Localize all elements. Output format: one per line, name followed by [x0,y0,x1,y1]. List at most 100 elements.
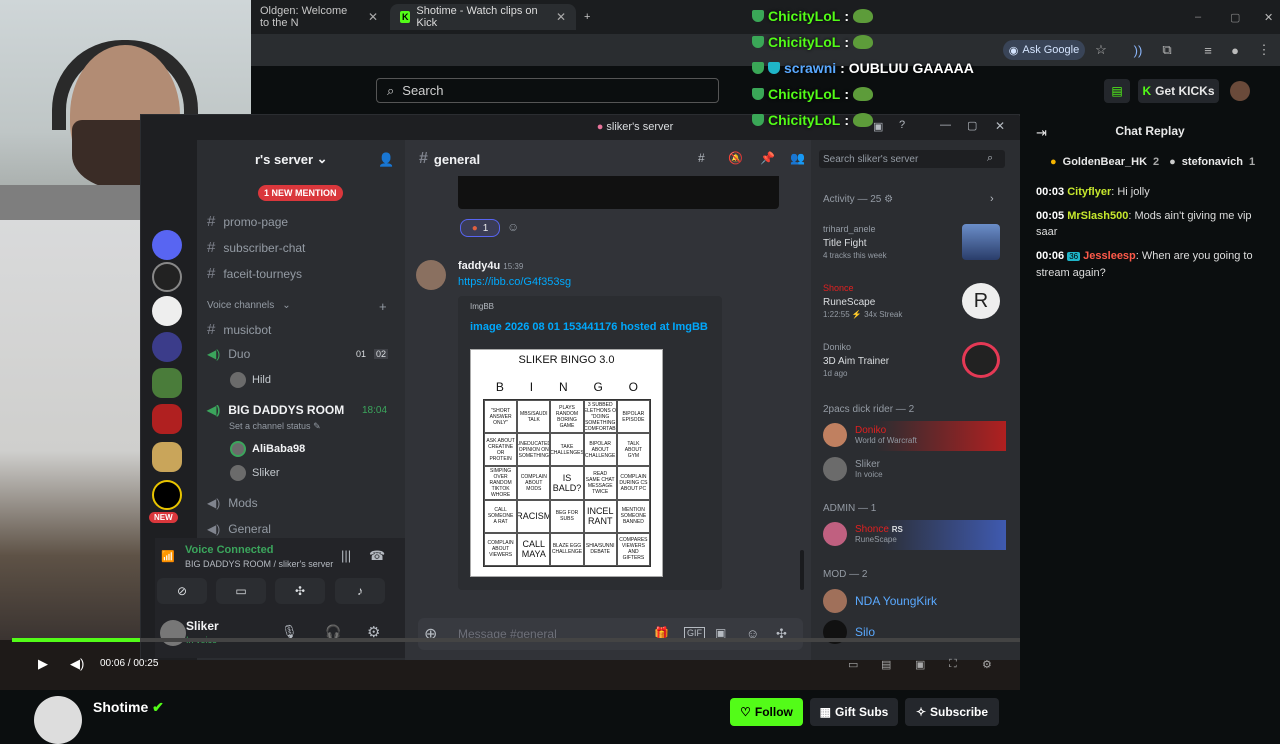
server-icon[interactable] [152,442,182,472]
settings-icon[interactable]: ⚙ [982,658,992,671]
activities-button[interactable]: ✣ [275,578,325,604]
server-icon[interactable] [152,230,182,260]
soundboard-button[interactable]: ♪ [335,578,385,604]
video-progress-filled[interactable] [12,638,140,642]
message-link[interactable]: https://ibb.co/G4f353sg [458,276,571,288]
replay-line: 00:06 36 Jessleesp: When are you going t… [1036,248,1266,281]
threads-icon[interactable]: # [698,151,705,165]
server-icon[interactable] [152,480,182,510]
search-icon[interactable]: ⌕ [987,152,993,165]
bookmark-star-icon[interactable]: ☆ [1093,42,1109,58]
video-progress-track[interactable] [140,638,1020,642]
activity-header[interactable]: Activity — 25 ⚙ [823,194,893,205]
close-icon[interactable]: ✕ [368,10,378,24]
follow-button[interactable]: ♡ Follow [730,698,803,726]
channel-general-voice[interactable]: ◀) General [207,522,271,536]
server-icon[interactable] [152,262,182,292]
tab-shotime[interactable]: K Shotime - Watch clips on Kick ✕ [390,4,576,30]
add-reaction-icon[interactable]: ☺ [507,220,519,234]
channel-mods[interactable]: ◀) Mods [207,496,258,510]
close-icon[interactable]: ✕ [556,10,566,24]
maximize-icon[interactable]: ▢ [1220,4,1240,30]
channel-subscriber-chat[interactable]: # subscriber-chat [207,239,305,256]
activity-card[interactable]: Shonce RuneScape 1:22:55 ⚡ 34x Streak [823,283,902,319]
volume-icon[interactable]: ◀) [70,656,84,672]
channel-big-daddys-room[interactable]: ◀) BIG DADDYS ROOM [207,403,344,417]
mute-icon[interactable]: 🔕 [728,151,743,165]
replay-user[interactable]: MrSlash500 [1067,210,1128,222]
gift-subs-button[interactable]: ▦ Gift Subs [810,698,898,726]
reaction[interactable]: ● 1 [460,219,500,237]
server-icon[interactable] [152,296,182,326]
play-icon[interactable]: ▶ [38,656,48,672]
chevron-right-icon[interactable]: › [990,193,994,205]
add-channel-icon[interactable]: + [379,299,387,314]
noise-suppression-icon[interactable]: ||| [341,548,351,563]
replay-user[interactable]: Jessleesp [1083,250,1136,262]
menu-icon[interactable]: ⋮ [1256,42,1272,58]
media-icon[interactable]: ≡ [1200,42,1216,58]
voice-user[interactable]: Sliker [230,465,280,481]
new-tab-button[interactable]: + [574,4,594,30]
subscribe-button[interactable]: ✧ Subscribe [905,698,999,726]
voice-channels-header[interactable]: Voice channels ⌄ [207,300,291,311]
discord-close-icon[interactable]: ✕ [995,119,1005,133]
activity-card[interactable]: trihard_anele Title Fight 4 tracks this … [823,224,887,260]
member-row[interactable]: Sliker In voice [823,457,883,481]
channel-faceit-tourneys[interactable]: # faceit-tourneys [207,265,302,282]
theater-icon[interactable]: ▭ [848,658,858,671]
kick-search-input[interactable]: ⌕ Search [376,78,719,103]
server-icon[interactable] [152,368,182,398]
invite-icon[interactable]: 👤 [378,152,394,168]
help-icon[interactable]: ? [899,119,905,131]
channel-duo[interactable]: ◀) Duo [207,347,250,361]
discord-minimize-icon[interactable]: — [940,119,951,131]
channel-avatar[interactable] [34,696,82,744]
channel-musicbot[interactable]: # musicbot [207,321,271,338]
server-search-input[interactable]: Search sliker's server [819,150,1005,168]
member-list-icon[interactable]: 👥 [790,151,805,165]
set-channel-status[interactable]: Set a channel status ✎ [229,421,321,432]
voice-user[interactable]: Hild [230,372,271,388]
message-author[interactable]: faddy4u 15:39 [458,260,523,272]
inbox-icon[interactable]: ▣ [873,120,883,133]
discord-maximize-icon[interactable]: ▢ [967,119,977,132]
bingo-card-image[interactable]: SLIKER BINGO 3.0 B I N G O "SHORT ANSWER ONL… [470,349,663,577]
user-avatar[interactable] [1230,81,1250,101]
voice-user[interactable]: AliBaba98 [230,441,305,457]
tab-oldgen[interactable]: Oldgen: Welcome to the N ✕ [250,4,388,30]
member-row[interactable]: Shonce RS RuneScape [823,522,903,546]
activity-card[interactable]: Doniko 3D Aim Trainer 1d ago [823,342,889,378]
voice-location[interactable]: BIG DADDYS ROOM / sliker's server [185,559,333,569]
minimize-icon[interactable]: – [1185,4,1205,30]
server-icon[interactable] [152,332,182,362]
camera-toggle-button[interactable]: ⊘ [157,578,207,604]
new-mention-badge[interactable]: 1 NEW MENTION [258,185,343,201]
ask-google-button[interactable]: ◉ Ask Google [1003,40,1085,60]
replay-user[interactable]: Cityflyer [1067,186,1111,198]
clip-icon[interactable]: ▤ [881,658,891,671]
embed-title[interactable]: image 2026 08 01 153441176 hosted at Img… [470,321,708,333]
channel-promo-page[interactable]: # promo-page [207,213,288,230]
avatar[interactable] [160,620,186,646]
fullscreen-icon[interactable]: ⛶ [949,658,957,671]
member-row[interactable]: NDA YoungKirk [823,589,937,613]
overlay-chat-line: scrawni: OUBLUU GAAAAA [752,60,974,76]
audio-icon[interactable]: )) [1130,42,1146,58]
screen-share-button[interactable]: ▭ [216,578,266,604]
profile-icon[interactable]: ● [1227,42,1243,58]
window-close-icon[interactable]: ✕ [1254,4,1274,30]
channel-name[interactable]: Shotime ✔ [93,699,164,716]
avatar[interactable] [416,260,446,290]
pin-icon[interactable]: 📌 [760,151,775,165]
member-row[interactable]: Doniko World of Warcraft [823,423,917,447]
pip-icon[interactable]: ▣ [915,658,925,671]
disconnect-icon[interactable]: ☎ [369,548,385,564]
extensions-icon[interactable]: ⧉ [1159,42,1175,58]
previous-image[interactable] [458,176,779,209]
kick-rewards-icon[interactable]: ▤ [1104,79,1130,103]
server-name-header[interactable]: r's server ⌄ [197,143,405,175]
server-icon[interactable] [152,404,182,434]
chat-scrollbar[interactable] [800,550,804,590]
get-kicks-button[interactable]: K Get KICKs [1138,79,1219,103]
